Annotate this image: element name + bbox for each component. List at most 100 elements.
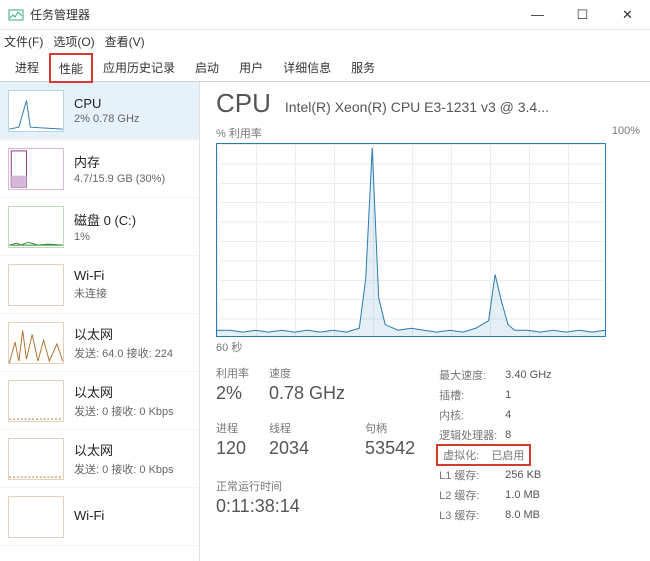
sidebar-thumb	[8, 148, 64, 190]
menu-view[interactable]: 查看(V)	[105, 33, 145, 50]
menu-file[interactable]: 文件(F)	[4, 33, 43, 50]
tab-users[interactable]: 用户	[230, 53, 272, 81]
sidebar-text: Wi-Fi	[74, 508, 104, 525]
sidebar-item-name: 磁盘 0 (C:)	[74, 210, 136, 229]
sidebar-item-sub: 2% 0.78 GHz	[74, 113, 139, 125]
kv-value: 4	[505, 405, 559, 425]
close-button[interactable]: ✕	[605, 0, 650, 30]
kv-key: L3 缓存:	[439, 505, 505, 525]
tab-processes[interactable]: 进程	[6, 53, 48, 81]
stat-label: 句柄	[365, 420, 415, 436]
window-title: 任务管理器	[30, 6, 515, 23]
tab-app-history[interactable]: 应用历史记录	[94, 53, 184, 81]
stat-value: 2034	[269, 438, 345, 459]
maximize-button[interactable]: ☐	[560, 0, 605, 30]
sidebar-thumb	[8, 264, 64, 306]
cpu-heading: CPU	[216, 88, 271, 119]
sidebar-item-name: CPU	[74, 96, 139, 111]
kv-key: L1 缓存:	[439, 465, 505, 485]
menubar: 文件(F) 选项(O) 查看(V)	[0, 30, 650, 52]
stat-label: 正常运行时间	[216, 478, 415, 494]
stat-label: 线程	[269, 420, 345, 436]
sidebar-text: Wi-Fi 未连接	[74, 268, 107, 301]
stat-label: 利用率	[216, 365, 249, 381]
kv-row: L1 缓存:256 KB	[439, 465, 560, 485]
sidebar-thumb	[8, 438, 64, 480]
tabbar: 进程 性能 应用历史记录 启动 用户 详细信息 服务	[0, 52, 650, 82]
sidebar-item-name: Wi-Fi	[74, 268, 107, 283]
kv-row: 内核:4	[439, 405, 560, 425]
stat-value: 0.78 GHz	[269, 383, 345, 404]
sidebar-item-0[interactable]: CPU 2% 0.78 GHz	[0, 82, 199, 140]
kv-key: 逻辑处理器:	[439, 425, 505, 445]
tab-startup[interactable]: 启动	[186, 53, 228, 81]
sidebar-item-1[interactable]: 内存 4.7/15.9 GB (30%)	[0, 140, 199, 198]
sidebar-text: 以太网发送: 0 接收: 0 Kbps	[74, 440, 174, 477]
sidebar-text: 磁盘 0 (C:) 1%	[74, 210, 136, 243]
sidebar-item-5[interactable]: 以太网发送: 0 接收: 0 Kbps	[0, 372, 199, 430]
sidebar-item-name: 以太网	[74, 324, 173, 343]
sidebar-item-name: Wi-Fi	[74, 508, 104, 523]
kv-key: 内核:	[439, 405, 505, 425]
app-icon	[8, 7, 24, 23]
tab-performance[interactable]: 性能	[50, 54, 92, 82]
stat-value: 53542	[365, 438, 415, 459]
stat-uptime: 正常运行时间 0:11:38:14	[216, 478, 415, 525]
sidebar-item-sub: 未连接	[74, 285, 107, 301]
sidebar-thumb	[8, 206, 64, 248]
sidebar-item-name: 以太网	[74, 382, 174, 401]
sidebar: CPU 2% 0.78 GHz 内存 4.7/15.9 GB (30%) 磁盘 0 (C…	[0, 82, 200, 561]
menu-options[interactable]: 选项(O)	[53, 33, 94, 50]
sidebar-item-sub: 发送: 0 接收: 0 Kbps	[74, 461, 174, 477]
chart-ylabel: % 利用率	[216, 125, 262, 141]
sidebar-thumb	[8, 90, 64, 132]
kv-row: 逻辑处理器:8	[439, 425, 560, 445]
cpu-chart	[216, 143, 606, 337]
stat-label: 进程	[216, 420, 249, 436]
kv-value: 3.40 GHz	[505, 365, 559, 385]
main-panel: CPU Intel(R) Xeon(R) CPU E3-1231 v3 @ 3.…	[200, 82, 650, 561]
sidebar-item-3[interactable]: Wi-Fi 未连接	[0, 256, 199, 314]
kv-value: 8	[505, 425, 559, 445]
sidebar-item-7[interactable]: Wi-Fi	[0, 488, 199, 546]
stat-value: 120	[216, 438, 249, 459]
kv-value: 1.0 MB	[505, 485, 559, 505]
stat-handles: 句柄 53542	[365, 420, 415, 467]
minimize-button[interactable]: —	[515, 0, 560, 30]
cpu-header: CPU Intel(R) Xeon(R) CPU E3-1231 v3 @ 3.…	[216, 88, 640, 119]
stat-threads: 线程 2034	[269, 420, 345, 467]
sidebar-thumb	[8, 322, 64, 364]
stat-value: 2%	[216, 383, 249, 404]
sidebar-item-2[interactable]: 磁盘 0 (C:) 1%	[0, 198, 199, 256]
sidebar-item-6[interactable]: 以太网发送: 0 接收: 0 Kbps	[0, 430, 199, 488]
sidebar-item-sub: 4.7/15.9 GB (30%)	[74, 173, 165, 185]
chart-xlabel: 60 秒	[216, 339, 640, 355]
sidebar-item-sub: 1%	[74, 231, 136, 243]
sidebar-item-name: 内存	[74, 152, 165, 171]
stat-processes: 进程 120	[216, 420, 249, 467]
kv-row: L2 缓存:1.0 MB	[439, 485, 560, 505]
kv-row: 最大速度:3.40 GHz	[439, 365, 560, 385]
sidebar-item-4[interactable]: 以太网发送: 64.0 接收: 224	[0, 314, 199, 372]
sidebar-text: 以太网发送: 64.0 接收: 224	[74, 324, 173, 361]
chart-header: % 利用率 100%	[216, 125, 640, 141]
tab-services[interactable]: 服务	[342, 53, 384, 81]
kv-value: 256 KB	[505, 465, 559, 485]
sidebar-item-sub: 发送: 0 接收: 0 Kbps	[74, 403, 174, 419]
sidebar-item-name: 以太网	[74, 440, 174, 459]
sidebar-text: 以太网发送: 0 接收: 0 Kbps	[74, 382, 174, 419]
chart-ymax: 100%	[612, 125, 640, 141]
stat-utilization: 利用率 2%	[216, 365, 249, 412]
sidebar-item-sub: 发送: 64.0 接收: 224	[74, 345, 173, 361]
sidebar-text: 内存 4.7/15.9 GB (30%)	[74, 152, 165, 185]
sidebar-text: CPU 2% 0.78 GHz	[74, 96, 139, 125]
kv-highlight: 虚拟化: 已启用	[439, 447, 528, 463]
kv-row: 虚拟化: 已启用	[439, 445, 560, 465]
kv-table: 最大速度:3.40 GHz插槽:1内核:4逻辑处理器:8 虚拟化: 已启用 L1 缓…	[439, 365, 560, 525]
sidebar-thumb	[8, 496, 64, 538]
kv-row: L3 缓存:8.0 MB	[439, 505, 560, 525]
stat-value: 0:11:38:14	[216, 496, 415, 517]
stat-label: 速度	[269, 365, 345, 381]
kv-row: 插槽:1	[439, 385, 560, 405]
tab-details[interactable]: 详细信息	[274, 53, 340, 81]
